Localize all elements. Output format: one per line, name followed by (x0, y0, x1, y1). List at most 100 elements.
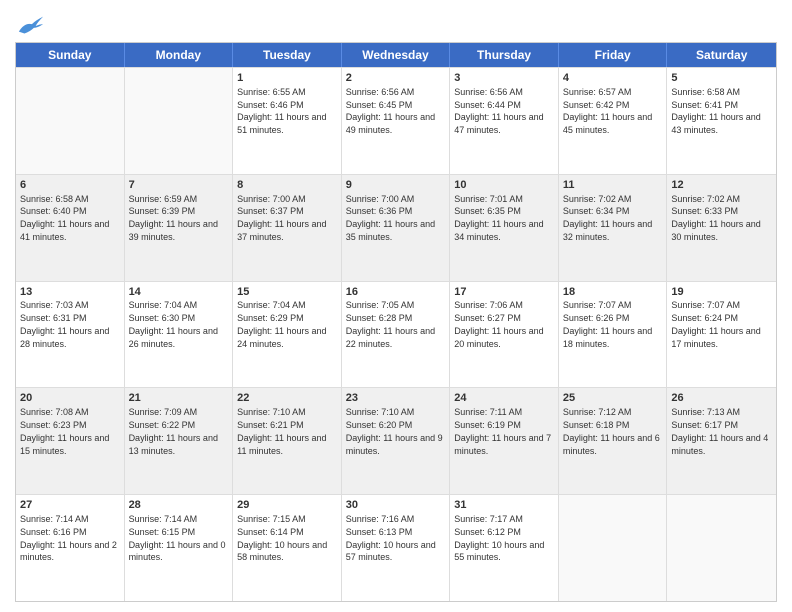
calendar-cell-empty (125, 68, 234, 174)
day-number: 22 (237, 391, 337, 406)
day-number: 15 (237, 285, 337, 300)
calendar-cell: 28Sunrise: 7:14 AMSunset: 6:15 PMDayligh… (125, 495, 234, 601)
calendar-cell-empty (667, 495, 776, 601)
cell-info: Sunrise: 7:12 AMSunset: 6:18 PMDaylight:… (563, 407, 660, 455)
calendar-cell: 6Sunrise: 6:58 AMSunset: 6:40 PMDaylight… (16, 175, 125, 281)
calendar-cell: 11Sunrise: 7:02 AMSunset: 6:34 PMDayligh… (559, 175, 668, 281)
cell-info: Sunrise: 7:03 AMSunset: 6:31 PMDaylight:… (20, 300, 109, 348)
cell-info: Sunrise: 6:58 AMSunset: 6:41 PMDaylight:… (671, 87, 760, 135)
cell-info: Sunrise: 7:16 AMSunset: 6:13 PMDaylight:… (346, 514, 436, 562)
calendar-header-cell: Tuesday (233, 43, 342, 67)
calendar-row: 6Sunrise: 6:58 AMSunset: 6:40 PMDaylight… (16, 174, 776, 281)
calendar-cell: 3Sunrise: 6:56 AMSunset: 6:44 PMDaylight… (450, 68, 559, 174)
cell-info: Sunrise: 7:11 AMSunset: 6:19 PMDaylight:… (454, 407, 551, 455)
day-number: 27 (20, 498, 120, 513)
day-number: 2 (346, 71, 446, 86)
calendar-cell: 18Sunrise: 7:07 AMSunset: 6:26 PMDayligh… (559, 282, 668, 388)
calendar-cell: 22Sunrise: 7:10 AMSunset: 6:21 PMDayligh… (233, 388, 342, 494)
day-number: 10 (454, 178, 554, 193)
calendar-cell: 14Sunrise: 7:04 AMSunset: 6:30 PMDayligh… (125, 282, 234, 388)
day-number: 24 (454, 391, 554, 406)
day-number: 4 (563, 71, 663, 86)
calendar-header-cell: Friday (559, 43, 668, 67)
calendar-row: 13Sunrise: 7:03 AMSunset: 6:31 PMDayligh… (16, 281, 776, 388)
calendar-cell: 29Sunrise: 7:15 AMSunset: 6:14 PMDayligh… (233, 495, 342, 601)
calendar-cell-empty (559, 495, 668, 601)
calendar-cell: 19Sunrise: 7:07 AMSunset: 6:24 PMDayligh… (667, 282, 776, 388)
cell-info: Sunrise: 7:07 AMSunset: 6:24 PMDaylight:… (671, 300, 760, 348)
calendar-cell-empty (16, 68, 125, 174)
cell-info: Sunrise: 7:00 AMSunset: 6:37 PMDaylight:… (237, 194, 326, 242)
calendar-cell: 2Sunrise: 6:56 AMSunset: 6:45 PMDaylight… (342, 68, 451, 174)
cell-info: Sunrise: 6:57 AMSunset: 6:42 PMDaylight:… (563, 87, 652, 135)
calendar-cell: 21Sunrise: 7:09 AMSunset: 6:22 PMDayligh… (125, 388, 234, 494)
calendar-cell: 27Sunrise: 7:14 AMSunset: 6:16 PMDayligh… (16, 495, 125, 601)
day-number: 11 (563, 178, 663, 193)
cell-info: Sunrise: 7:05 AMSunset: 6:28 PMDaylight:… (346, 300, 435, 348)
calendar-cell: 20Sunrise: 7:08 AMSunset: 6:23 PMDayligh… (16, 388, 125, 494)
day-number: 16 (346, 285, 446, 300)
header (15, 10, 777, 36)
logo-bird-icon (17, 14, 45, 38)
day-number: 30 (346, 498, 446, 513)
cell-info: Sunrise: 7:08 AMSunset: 6:23 PMDaylight:… (20, 407, 109, 455)
day-number: 9 (346, 178, 446, 193)
cell-info: Sunrise: 7:02 AMSunset: 6:33 PMDaylight:… (671, 194, 760, 242)
cell-info: Sunrise: 7:13 AMSunset: 6:17 PMDaylight:… (671, 407, 768, 455)
cell-info: Sunrise: 7:07 AMSunset: 6:26 PMDaylight:… (563, 300, 652, 348)
cell-info: Sunrise: 7:06 AMSunset: 6:27 PMDaylight:… (454, 300, 543, 348)
cell-info: Sunrise: 7:17 AMSunset: 6:12 PMDaylight:… (454, 514, 544, 562)
calendar-header-cell: Monday (125, 43, 234, 67)
calendar-cell: 23Sunrise: 7:10 AMSunset: 6:20 PMDayligh… (342, 388, 451, 494)
calendar-cell: 16Sunrise: 7:05 AMSunset: 6:28 PMDayligh… (342, 282, 451, 388)
cell-info: Sunrise: 6:59 AMSunset: 6:39 PMDaylight:… (129, 194, 218, 242)
calendar-row: 1Sunrise: 6:55 AMSunset: 6:46 PMDaylight… (16, 67, 776, 174)
day-number: 8 (237, 178, 337, 193)
cell-info: Sunrise: 7:09 AMSunset: 6:22 PMDaylight:… (129, 407, 218, 455)
calendar-cell: 26Sunrise: 7:13 AMSunset: 6:17 PMDayligh… (667, 388, 776, 494)
calendar-row: 20Sunrise: 7:08 AMSunset: 6:23 PMDayligh… (16, 387, 776, 494)
calendar-cell: 30Sunrise: 7:16 AMSunset: 6:13 PMDayligh… (342, 495, 451, 601)
calendar-cell: 12Sunrise: 7:02 AMSunset: 6:33 PMDayligh… (667, 175, 776, 281)
cell-info: Sunrise: 7:14 AMSunset: 6:16 PMDaylight:… (20, 514, 117, 562)
cell-info: Sunrise: 7:10 AMSunset: 6:21 PMDaylight:… (237, 407, 326, 455)
calendar-cell: 5Sunrise: 6:58 AMSunset: 6:41 PMDaylight… (667, 68, 776, 174)
day-number: 1 (237, 71, 337, 86)
day-number: 29 (237, 498, 337, 513)
day-number: 6 (20, 178, 120, 193)
day-number: 13 (20, 285, 120, 300)
calendar-cell: 25Sunrise: 7:12 AMSunset: 6:18 PMDayligh… (559, 388, 668, 494)
day-number: 21 (129, 391, 229, 406)
cell-info: Sunrise: 6:55 AMSunset: 6:46 PMDaylight:… (237, 87, 326, 135)
cell-info: Sunrise: 7:04 AMSunset: 6:29 PMDaylight:… (237, 300, 326, 348)
calendar-cell: 31Sunrise: 7:17 AMSunset: 6:12 PMDayligh… (450, 495, 559, 601)
day-number: 7 (129, 178, 229, 193)
calendar-row: 27Sunrise: 7:14 AMSunset: 6:16 PMDayligh… (16, 494, 776, 601)
calendar: SundayMondayTuesdayWednesdayThursdayFrid… (15, 42, 777, 602)
cell-info: Sunrise: 6:56 AMSunset: 6:45 PMDaylight:… (346, 87, 435, 135)
day-number: 17 (454, 285, 554, 300)
calendar-header-cell: Wednesday (342, 43, 451, 67)
day-number: 20 (20, 391, 120, 406)
logo (15, 14, 45, 36)
calendar-header-cell: Saturday (667, 43, 776, 67)
calendar-cell: 8Sunrise: 7:00 AMSunset: 6:37 PMDaylight… (233, 175, 342, 281)
calendar-cell: 7Sunrise: 6:59 AMSunset: 6:39 PMDaylight… (125, 175, 234, 281)
cell-info: Sunrise: 7:15 AMSunset: 6:14 PMDaylight:… (237, 514, 327, 562)
day-number: 3 (454, 71, 554, 86)
calendar-header: SundayMondayTuesdayWednesdayThursdayFrid… (16, 43, 776, 67)
calendar-cell: 24Sunrise: 7:11 AMSunset: 6:19 PMDayligh… (450, 388, 559, 494)
day-number: 14 (129, 285, 229, 300)
day-number: 5 (671, 71, 772, 86)
calendar-cell: 1Sunrise: 6:55 AMSunset: 6:46 PMDaylight… (233, 68, 342, 174)
cell-info: Sunrise: 6:56 AMSunset: 6:44 PMDaylight:… (454, 87, 543, 135)
calendar-cell: 15Sunrise: 7:04 AMSunset: 6:29 PMDayligh… (233, 282, 342, 388)
calendar-cell: 13Sunrise: 7:03 AMSunset: 6:31 PMDayligh… (16, 282, 125, 388)
calendar-cell: 4Sunrise: 6:57 AMSunset: 6:42 PMDaylight… (559, 68, 668, 174)
day-number: 28 (129, 498, 229, 513)
calendar-header-cell: Thursday (450, 43, 559, 67)
page: SundayMondayTuesdayWednesdayThursdayFrid… (0, 0, 792, 612)
cell-info: Sunrise: 7:04 AMSunset: 6:30 PMDaylight:… (129, 300, 218, 348)
cell-info: Sunrise: 7:01 AMSunset: 6:35 PMDaylight:… (454, 194, 543, 242)
day-number: 31 (454, 498, 554, 513)
